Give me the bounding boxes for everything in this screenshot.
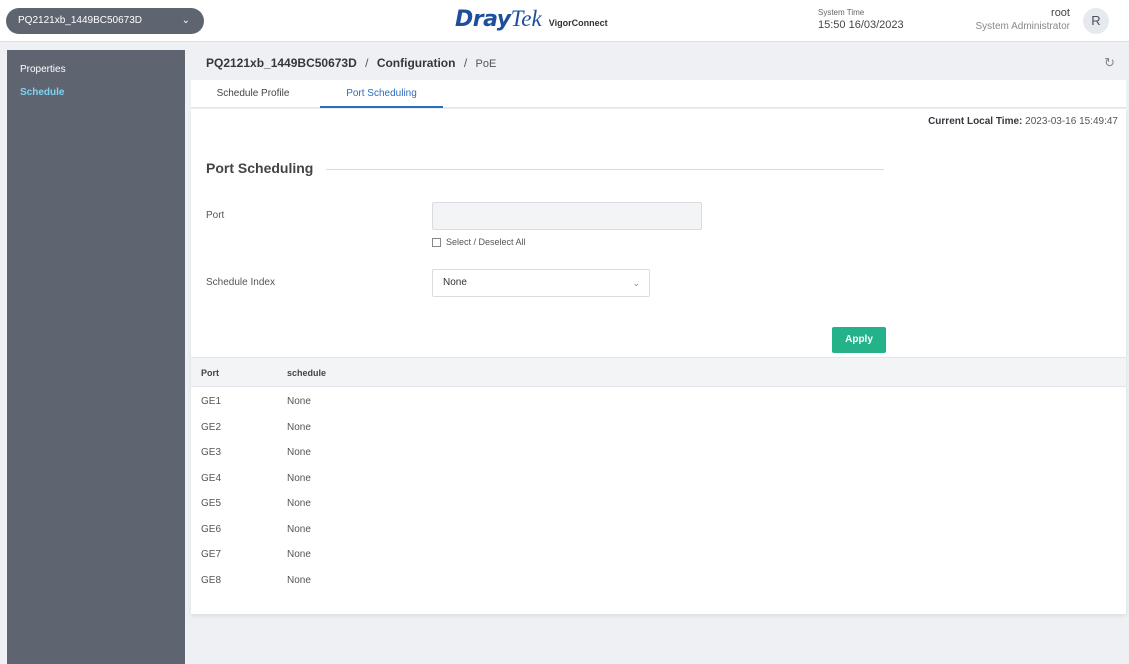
sidebar: Properties Schedule (7, 50, 185, 664)
section-title: Port Scheduling (206, 160, 324, 176)
breadcrumb-page: PoE (475, 58, 497, 70)
table-row: GE3 None (191, 440, 1126, 466)
cell-schedule: None (287, 498, 311, 509)
logo-dray: Dray (455, 7, 511, 32)
schedule-index-label: Schedule Index (206, 277, 275, 288)
breadcrumb-separator: / (463, 56, 468, 70)
cell-port: GE5 (201, 498, 222, 509)
cell-schedule: None (287, 472, 311, 484)
cell-schedule: None (287, 396, 311, 407)
table-row: GE6 None (191, 517, 1126, 543)
cell-port: GE3 (201, 447, 222, 458)
column-header-schedule: schedule (287, 368, 327, 378)
tab-port-scheduling[interactable]: Port Scheduling (320, 80, 443, 108)
table-row: GE1 None (191, 389, 1126, 415)
select-all-checkbox[interactable] (432, 237, 441, 247)
schedule-index-select[interactable]: None ⌄ (432, 269, 650, 297)
sidebar-item-schedule[interactable]: Schedule (7, 85, 185, 101)
schedule-index-value: None (443, 277, 467, 288)
cell-port: GE1 (201, 396, 222, 407)
sidebar-item-properties[interactable]: Properties (7, 62, 185, 78)
port-scheduling-panel: Current Local Time: 2023-03-16 15:49:47 … (191, 109, 1126, 614)
column-header-port: Port (201, 368, 219, 378)
table-body: GE1 None GE2 None GE3 None GE4 None GE5 … (191, 389, 1126, 593)
cell-schedule: None (287, 447, 311, 458)
cell-schedule: None (287, 549, 311, 560)
cell-port: GE8 (201, 574, 222, 586)
tab-schedule-profile[interactable]: Schedule Profile (203, 80, 303, 108)
system-time-value: 15:50 16/03/2023 (818, 19, 904, 31)
cell-port: GE4 (201, 472, 222, 484)
table-header: Port schedule (191, 357, 1126, 387)
top-bar: PQ2121xb_1449BC50673D ⌄ Dray Tek VigorCo… (0, 0, 1129, 42)
cell-schedule: None (287, 523, 311, 535)
table-row: GE2 None (191, 415, 1126, 441)
breadcrumb-device[interactable]: PQ2121xb_1449BC50673D (206, 56, 357, 70)
cell-port: GE2 (201, 421, 222, 433)
tab-bar: Schedule Profile Port Scheduling (191, 80, 1126, 108)
refresh-icon[interactable]: ↻ (1104, 50, 1115, 76)
system-time: System Time 15:50 16/03/2023 (818, 7, 904, 31)
breadcrumb: PQ2121xb_1449BC50673D / Configuration / … (191, 50, 1129, 78)
user-info: root System Administrator (976, 7, 1070, 33)
current-local-time: Current Local Time: 2023-03-16 15:49:47 (928, 116, 1118, 127)
user-name: root (1051, 7, 1070, 19)
local-time-value: 2023-03-16 15:49:47 (1025, 116, 1118, 127)
section-divider (326, 169, 884, 170)
cell-port: GE6 (201, 523, 222, 535)
breadcrumb-configuration[interactable]: Configuration (377, 56, 456, 70)
chevron-down-icon: ⌄ (632, 278, 640, 288)
table-row: GE8 None (191, 568, 1126, 594)
device-selector[interactable]: PQ2121xb_1449BC50673D ⌄ (6, 8, 204, 34)
cell-port: GE7 (201, 549, 222, 560)
table-row: GE5 None (191, 491, 1126, 517)
logo-subtitle: VigorConnect (548, 18, 608, 28)
breadcrumb-separator: / (365, 56, 369, 70)
local-time-label: Current Local Time: (928, 116, 1023, 127)
select-deselect-all[interactable]: Select / Deselect All (432, 237, 526, 247)
port-label: Port (206, 210, 225, 221)
apply-button[interactable]: Apply (832, 327, 886, 353)
chevron-down-icon: ⌄ (181, 15, 190, 26)
device-selector-label: PQ2121xb_1449BC50673D (18, 15, 142, 26)
logo-tek: Tek (510, 6, 542, 31)
table-row: GE7 None (191, 542, 1126, 568)
port-input[interactable] (432, 202, 702, 230)
select-all-label: Select / Deselect All (446, 237, 526, 247)
table-row: GE4 None (191, 466, 1126, 492)
system-time-label: System Time (818, 8, 865, 17)
cell-schedule: None (287, 574, 311, 586)
avatar[interactable]: R (1083, 8, 1109, 34)
draytek-logo: Dray Tek VigorConnect (455, 6, 608, 36)
cell-schedule: None (287, 421, 311, 433)
user-role: System Administrator (975, 21, 1070, 32)
